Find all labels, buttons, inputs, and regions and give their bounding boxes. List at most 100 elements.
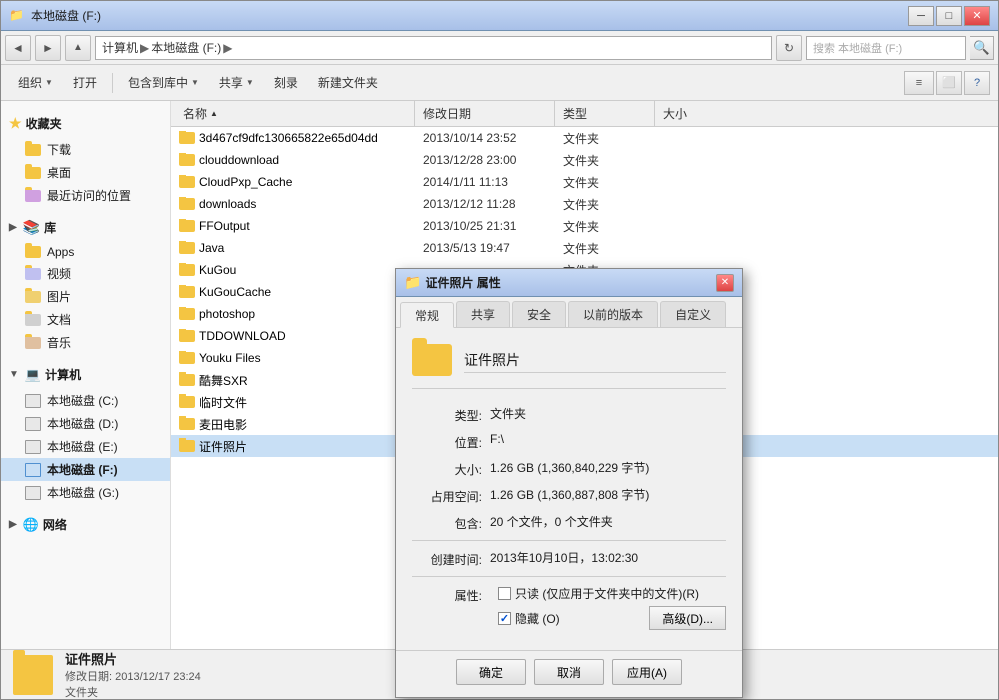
tab-custom-label: 自定义	[675, 306, 711, 323]
close-button[interactable]: ✕	[964, 6, 990, 26]
drive-g-icon	[25, 486, 41, 500]
table-row[interactable]: Java 2013/5/13 19:47 文件夹	[171, 237, 998, 259]
sidebar-item-recent[interactable]: 最近访问的位置	[1, 184, 170, 207]
dialog-tab-share[interactable]: 共享	[456, 301, 510, 327]
dialog-ok-button[interactable]: 确定	[456, 659, 526, 685]
dialog-folder-row: 证件照片	[412, 344, 726, 389]
dialog-close-button[interactable]: ✕	[716, 274, 734, 292]
minimize-button[interactable]: ─	[908, 6, 934, 26]
sidebar: ★ 收藏夹 下载 桌面 最近访问的位置 ▶ 📚 库	[1, 101, 171, 649]
hidden-left: ✓ 隐藏 (O)	[498, 610, 560, 627]
prop-used-value: 1.26 GB (1,360,887,808 字节)	[490, 486, 726, 503]
dialog-title-bar[interactable]: 📁 证件照片 属性 ✕	[396, 269, 742, 297]
file-name: CloudPxp_Cache	[175, 175, 415, 189]
readonly-checkbox[interactable]	[498, 587, 511, 600]
prop-type-label: 类型:	[412, 405, 482, 424]
file-name: Java	[175, 241, 415, 255]
hidden-checkbox-row: ✓ 隐藏 (O) 高级(D)...	[490, 606, 726, 630]
view-toggle-button[interactable]: ≡	[904, 71, 934, 95]
attrs-checkboxes: 只读 (仅应用于文件夹中的文件)(R) ✓ 隐藏 (O) 高级(D)...	[490, 585, 726, 634]
hidden-checkbox[interactable]: ✓	[498, 612, 511, 625]
sidebar-computer-header[interactable]: ▼ 💻 计算机	[1, 360, 170, 389]
sidebar-item-docs-label: 文档	[47, 311, 71, 328]
forward-button[interactable]: ►	[35, 35, 61, 61]
refresh-button[interactable]: ↻	[776, 35, 802, 61]
dialog-folder-name[interactable]: 证件照片	[464, 348, 726, 373]
dialog-tab-custom[interactable]: 自定义	[660, 301, 726, 327]
col-header-type[interactable]: 类型	[555, 101, 655, 126]
open-label: 打开	[73, 74, 97, 91]
sidebar-item-apps[interactable]: Apps	[1, 242, 170, 262]
organize-button[interactable]: 组织 ▼	[9, 69, 62, 97]
sidebar-item-video[interactable]: 视频	[1, 262, 170, 285]
include-button[interactable]: 包含到库中 ▼	[119, 69, 208, 97]
col-header-size[interactable]: 大小	[655, 101, 735, 126]
docs-folder-icon	[25, 314, 41, 326]
dialog-tab-general[interactable]: 常规	[400, 302, 454, 328]
share-arrow: ▼	[246, 78, 254, 87]
apps-folder-icon	[25, 246, 41, 258]
file-type: 文件夹	[555, 130, 655, 147]
sidebar-drive-g[interactable]: 本地磁盘 (G:)	[1, 481, 170, 504]
table-row[interactable]: clouddownload 2013/12/28 23:00 文件夹	[171, 149, 998, 171]
sidebar-library-header[interactable]: ▶ 📚 库	[1, 213, 170, 242]
prop-contains-label: 包含:	[412, 513, 482, 532]
search-placeholder: 搜索 本地磁盘 (F:)	[813, 40, 902, 56]
sidebar-favorites-header[interactable]: ★ 收藏夹	[1, 109, 170, 138]
search-button[interactable]: 🔍	[970, 36, 994, 60]
computer-label: 计算机	[45, 366, 81, 383]
back-button[interactable]: ◄	[5, 35, 31, 61]
file-type: 文件夹	[555, 174, 655, 191]
tab-previous-label: 以前的版本	[583, 306, 643, 323]
desktop-folder-icon	[25, 167, 41, 179]
file-name: photoshop	[175, 307, 415, 321]
sidebar-drive-f[interactable]: 本地磁盘 (F:)	[1, 458, 170, 481]
sidebar-item-desktop[interactable]: 桌面	[1, 161, 170, 184]
dialog-tab-security[interactable]: 安全	[512, 301, 566, 327]
address-path[interactable]: 计算机 ▶ 本地磁盘 (F:) ▶	[95, 36, 772, 60]
dialog-folder-big-icon	[412, 344, 452, 376]
sidebar-drive-c[interactable]: 本地磁盘 (C:)	[1, 389, 170, 412]
properties-dialog: 📁 证件照片 属性 ✕ 常规 共享 安全 以前的版本 自定义	[395, 268, 743, 698]
prop-contains-value: 20 个文件，0 个文件夹	[490, 513, 726, 530]
sidebar-item-docs[interactable]: 文档	[1, 308, 170, 331]
view-preview-button[interactable]: ⬜	[936, 71, 962, 95]
maximize-button[interactable]: □	[936, 6, 962, 26]
sidebar-drive-d[interactable]: 本地磁盘 (D:)	[1, 412, 170, 435]
advanced-button[interactable]: 高级(D)...	[649, 606, 726, 630]
sidebar-drive-e[interactable]: 本地磁盘 (E:)	[1, 435, 170, 458]
include-arrow: ▼	[191, 78, 199, 87]
readonly-label: 只读 (仅应用于文件夹中的文件)(R)	[515, 585, 699, 602]
sidebar-item-pictures-label: 图片	[47, 288, 71, 305]
sidebar-item-download[interactable]: 下载	[1, 138, 170, 161]
help-button[interactable]: ?	[964, 71, 990, 95]
new-folder-button[interactable]: 新建文件夹	[309, 69, 387, 97]
prop-type-value: 文件夹	[490, 405, 726, 422]
favorites-label: 收藏夹	[26, 115, 62, 132]
table-row[interactable]: CloudPxp_Cache 2014/1/11 11:13 文件夹	[171, 171, 998, 193]
sidebar-item-pictures[interactable]: 图片	[1, 285, 170, 308]
sidebar-item-music[interactable]: 音乐	[1, 331, 170, 354]
burn-label: 刻录	[274, 74, 298, 91]
file-name: KuGou	[175, 263, 415, 277]
table-row[interactable]: FFOutput 2013/10/25 21:31 文件夹	[171, 215, 998, 237]
dialog-tab-previous[interactable]: 以前的版本	[568, 301, 658, 327]
dialog-apply-button[interactable]: 应用(A)	[612, 659, 682, 685]
col-header-modified[interactable]: 修改日期	[415, 101, 555, 126]
col-header-name[interactable]: 名称 ▲	[175, 101, 415, 126]
dialog-attrs-section: 属性: 只读 (仅应用于文件夹中的文件)(R) ✓ 隐藏 (O) 高级(D)..…	[412, 585, 726, 634]
new-folder-label: 新建文件夹	[318, 74, 378, 91]
burn-button[interactable]: 刻录	[265, 69, 307, 97]
file-name: TDDOWNLOAD	[175, 329, 415, 343]
status-folder-name: 证件照片	[65, 649, 201, 668]
table-row[interactable]: downloads 2013/12/12 11:28 文件夹	[171, 193, 998, 215]
share-button[interactable]: 共享 ▼	[210, 69, 263, 97]
file-type: 文件夹	[555, 196, 655, 213]
up-button[interactable]: ▲	[65, 35, 91, 61]
open-button[interactable]: 打开	[64, 69, 106, 97]
file-name: 临时文件	[175, 394, 415, 411]
dialog-cancel-button[interactable]: 取消	[534, 659, 604, 685]
library-icon: 📚	[23, 219, 40, 236]
table-row[interactable]: 3d467cf9dfc130665822e65d04dd 2013/10/14 …	[171, 127, 998, 149]
sidebar-network-header[interactable]: ▶ 🌐 网络	[1, 510, 170, 539]
